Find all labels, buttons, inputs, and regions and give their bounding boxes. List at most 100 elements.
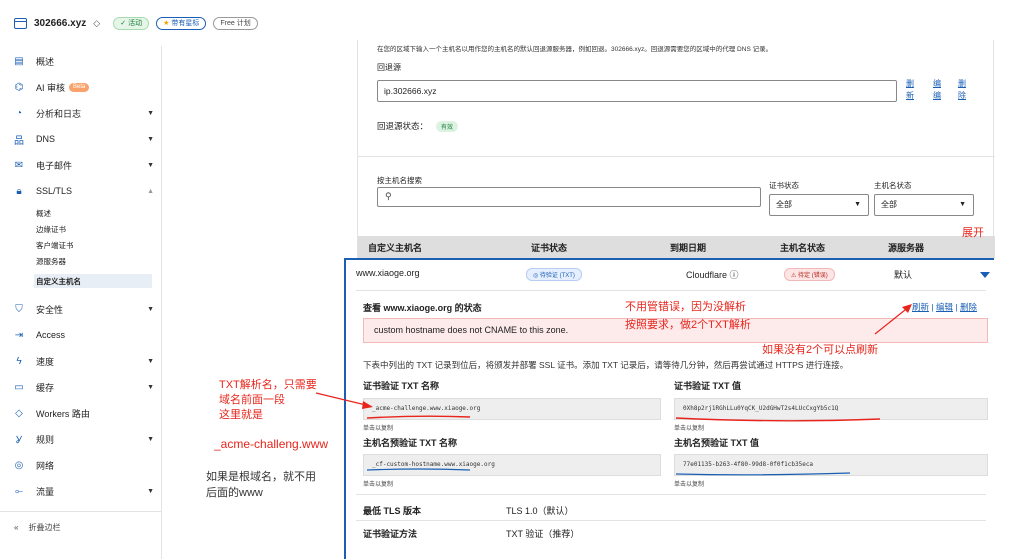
chevron-down-icon: ▼: [147, 383, 154, 391]
sidebar: ▤ 概述 ⌬ AI 审核 Beta ◔ 分析和日志 ▼ 品 DNS ▼ ✉ 电子邮件 ▼ 🔒︎ SS…: [0, 46, 162, 559]
cert-txt-name-field[interactable]: _acme-challenge.www.xiaoge.org: [363, 398, 661, 420]
link-part: 编: [933, 79, 941, 88]
star-badge-label: 带有星标: [171, 19, 200, 27]
site-switcher-icon[interactable]: ◇: [93, 18, 100, 29]
ssl-sub-client-cert[interactable]: 客户端证书: [36, 238, 146, 252]
host-status-select[interactable]: 全部 ▼: [874, 194, 974, 216]
copy-hint: 单击以复制: [363, 426, 394, 432]
sidebar-item-traffic[interactable]: ⟜ 流量 ▼: [14, 482, 154, 500]
delete-link[interactable]: 删除: [960, 302, 977, 312]
refresh-link[interactable]: 刷新: [912, 302, 929, 312]
fallback-origin-input[interactable]: ip.302666.xyz: [377, 80, 897, 102]
table-header: 自定义主机名 证书状态 到期日期 主机名状态 源服务器: [358, 236, 995, 258]
sidebar-item-overview[interactable]: ▤ 概述: [14, 52, 154, 70]
row-expiry: Cloudflare ⓘ: [686, 270, 739, 280]
chart-icon: ◔: [15, 107, 23, 119]
ssl-sub-overview[interactable]: 概述: [36, 206, 146, 220]
col-host-status[interactable]: 主机名状态: [780, 241, 825, 254]
shield-icon: ⛉: [15, 303, 23, 315]
copy-hint: 单击以复制: [674, 482, 705, 488]
sidebar-item-ai[interactable]: ⌬ AI 审核 Beta: [14, 78, 154, 96]
sidebar-item-label: 网络: [36, 460, 55, 471]
collapse-label: 折叠边栏: [28, 523, 61, 532]
fallback-origin-label: 回退源: [377, 63, 401, 72]
col-hostname[interactable]: 自定义主机名: [368, 241, 422, 254]
link-part: 删: [958, 79, 966, 88]
card-divider: [356, 290, 986, 291]
sidebar-divider: [0, 511, 162, 512]
status-title: 查看 www.xiaoge.org 的状态: [363, 303, 482, 313]
star-badge[interactable]: ★ 带有星标: [156, 16, 207, 30]
cert-status-label: 证书状态: [769, 181, 799, 190]
annotation-txt-1: TXT解析名，只需要: [219, 379, 317, 391]
sidebar-item-access[interactable]: ⇥ Access: [14, 326, 154, 344]
cache-icon: ▭: [14, 381, 24, 393]
delete-origin-link[interactable]: 删除: [958, 78, 970, 102]
copy-hint: 单击以复制: [363, 482, 394, 488]
sidebar-item-workers[interactable]: ◇ Workers 路由: [14, 404, 154, 422]
chevron-down-icon: ▼: [147, 305, 154, 313]
hostname-search-input[interactable]: ⚲: [377, 187, 761, 207]
select-value: 全部: [776, 200, 792, 209]
expand-toggle-icon[interactable]: [980, 272, 990, 278]
card-divider: [356, 520, 986, 521]
pre-txt-name-field[interactable]: _cf-custom-hostname.www.xiaoge.org: [363, 454, 661, 476]
sidebar-item-speed[interactable]: ϟ 速度 ▼: [14, 352, 154, 370]
annotation-txt-4: _acme-challeng.www: [214, 437, 329, 451]
mail-icon: ✉: [14, 159, 24, 171]
sidebar-item-analytics[interactable]: ◔ 分析和日志 ▼: [14, 104, 154, 122]
search-label: 按主机名搜索: [377, 176, 422, 185]
annotation-ignore-error: 不用管错误，因为没解析: [625, 301, 746, 313]
sidebar-item-label: 规则: [36, 434, 55, 445]
cert-txt-value-label: 证书验证 TXT 值: [674, 381, 741, 391]
sidebar-item-rules[interactable]: Ỿ 规则 ▼: [14, 430, 154, 448]
sidebar-item-label: 安全性: [36, 304, 64, 315]
edit-origin-link[interactable]: 编编: [933, 78, 945, 102]
sidebar-item-label: 流量: [36, 486, 55, 497]
ssl-sub-origin-server[interactable]: 源服务器: [36, 254, 146, 268]
status-badge-label: 活动: [128, 19, 143, 27]
site-name[interactable]: 302666.xyz: [34, 18, 86, 29]
link-part: 编: [933, 91, 941, 100]
sidebar-item-label: Access: [36, 330, 66, 340]
col-expiry[interactable]: 到期日期: [670, 241, 706, 254]
refresh-origin-link[interactable]: 删新: [906, 78, 918, 102]
edit-link[interactable]: 编辑: [936, 302, 953, 312]
cert-status-select[interactable]: 全部 ▼: [769, 194, 869, 216]
fallback-intro: 在您的区域下输入一个主机名以用作您的主机名的默认回退源服务器，例如回退。3026…: [377, 46, 773, 53]
annotation-root-1: 如果是根域名，就不用: [206, 471, 316, 483]
status-badge: 有效: [436, 120, 459, 132]
sidebar-item-security[interactable]: ⛉ 安全性 ▼: [14, 300, 154, 318]
ssl-sub-custom-hostname[interactable]: 自定义主机名: [34, 274, 152, 288]
sidebar-item-ssl[interactable]: 🔒︎ SSL/TLS ▲: [14, 182, 154, 200]
sidebar-item-dns[interactable]: 品 DNS ▼: [14, 130, 154, 148]
site-icon: [14, 17, 27, 29]
col-origin[interactable]: 源服务器: [888, 241, 924, 254]
pre-txt-value-field[interactable]: 77e01135-b263-4f80-99d8-0f0f1cb35eca: [674, 454, 988, 476]
sidebar-item-label: SSL/TLS: [36, 186, 73, 196]
annotation-refresh-hint: 如果没有2个可以点刷新: [762, 344, 879, 356]
cert-txt-value-field[interactable]: 0Xh8p2rj1RGhLLu0YqCK_U2dGHwT2s4LUcCxgYb5…: [674, 398, 988, 420]
chevron-down-icon: ▼: [854, 201, 861, 208]
cert-method-label: 证书验证方法: [363, 529, 418, 539]
ssl-sub-edge-cert[interactable]: 边缘证书: [36, 222, 146, 236]
chevron-down-icon: ▼: [147, 435, 154, 443]
sidebar-item-cache[interactable]: ▭ 缓存 ▼: [14, 378, 154, 396]
collapse-sidebar-button[interactable]: « 折叠边栏: [14, 522, 60, 533]
access-icon: ⇥: [14, 329, 24, 341]
link-part: 除: [958, 91, 966, 100]
sidebar-item-network[interactable]: ◎ 网络: [14, 456, 154, 474]
link-part: 删: [906, 79, 914, 88]
copy-hint: 单击以复制: [674, 426, 705, 432]
chevron-down-icon: ▼: [147, 109, 154, 117]
link-sep: |: [931, 302, 934, 312]
col-cert-status[interactable]: 证书状态: [531, 241, 567, 254]
sidebar-item-email[interactable]: ✉ 电子邮件 ▼: [14, 156, 154, 174]
star-icon: ★: [163, 19, 170, 27]
plan-badge[interactable]: Free 计划: [213, 16, 258, 30]
pre-txt-value-label: 主机名预验证 TXT 值: [674, 438, 759, 448]
double-chevron-left-icon: «: [14, 523, 19, 532]
link-sep: |: [955, 302, 958, 312]
cert-status-badge: ◎ 待验证 (TXT): [526, 268, 582, 281]
select-value: 全部: [881, 200, 897, 209]
